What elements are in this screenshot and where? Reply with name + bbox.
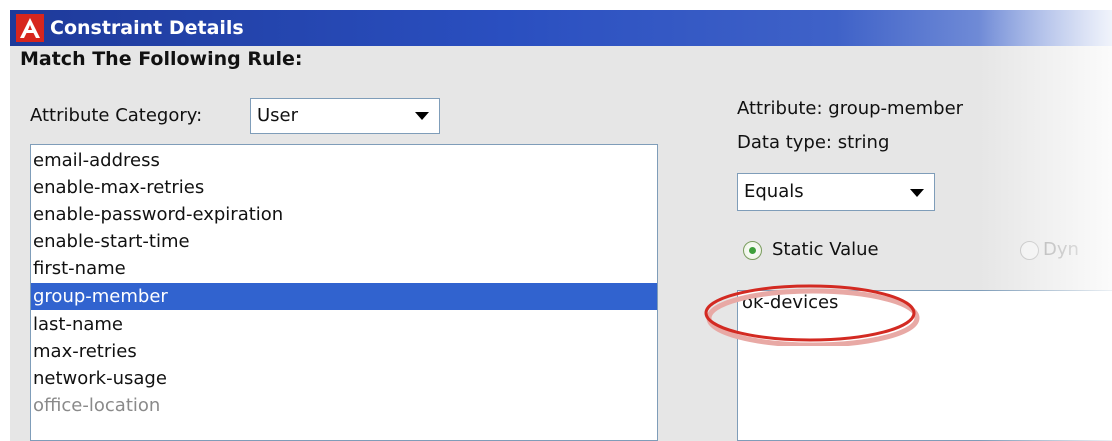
operator-select[interactable]: Equals xyxy=(737,173,935,211)
dynamic-value-radio[interactable] xyxy=(1020,241,1039,260)
attribute-category-select[interactable]: User xyxy=(250,98,440,134)
list-item-enable-max-retries[interactable]: enable-max-retries xyxy=(31,174,657,201)
attribute-name-text: Attribute: group-member xyxy=(737,98,964,119)
list-item-last-name[interactable]: last-name xyxy=(31,311,657,338)
attribute-category-label: Attribute Category: xyxy=(30,105,203,126)
attribute-list[interactable]: email-address enable-max-retries enable-… xyxy=(30,144,658,441)
app-logo-icon xyxy=(16,14,44,42)
dynamic-value-label[interactable]: Dyn xyxy=(1043,237,1079,263)
static-value-radio[interactable] xyxy=(743,241,762,260)
list-item-enable-password-expiration[interactable]: enable-password-expiration xyxy=(31,201,657,228)
static-value-label[interactable]: Static Value xyxy=(772,237,879,263)
rule-heading: Match The Following Rule: xyxy=(20,48,303,70)
attribute-category-value: User xyxy=(257,105,299,126)
list-item-network-usage[interactable]: network-usage xyxy=(31,365,657,392)
list-item-office-location[interactable]: office-location xyxy=(31,392,657,419)
list-item-email-address[interactable]: email-address xyxy=(31,147,657,174)
data-type-text: Data type: string xyxy=(737,132,890,153)
title-bar: Constraint Details xyxy=(10,10,1112,46)
operator-value: Equals xyxy=(744,181,804,202)
window-title: Constraint Details xyxy=(50,17,244,39)
list-item-max-retries[interactable]: max-retries xyxy=(31,338,657,365)
list-item-enable-start-time[interactable]: enable-start-time xyxy=(31,228,657,255)
list-item-group-member[interactable]: group-member xyxy=(31,283,657,310)
radio-selected-dot xyxy=(749,247,756,254)
value-input-text: ok-devices xyxy=(742,292,839,313)
list-item-first-name[interactable]: first-name xyxy=(31,255,657,282)
chevron-down-icon[interactable] xyxy=(415,112,429,120)
chevron-down-icon[interactable] xyxy=(910,189,924,197)
